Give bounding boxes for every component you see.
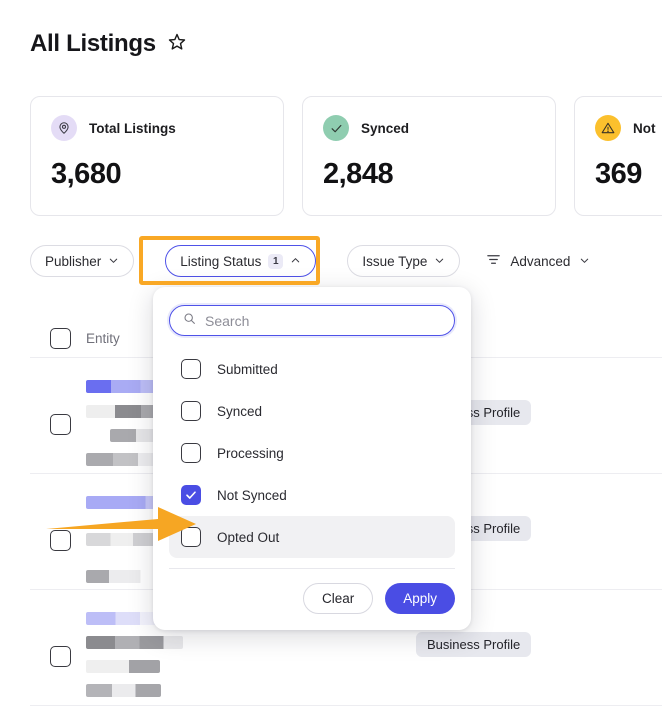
status-option-label: Opted Out — [217, 529, 280, 545]
stat-value: 369 — [595, 158, 642, 190]
star-icon[interactable] — [167, 32, 187, 57]
row-select-cell — [30, 612, 86, 667]
search-icon — [183, 312, 196, 330]
stat-card-synced: Synced 2,848 — [302, 96, 556, 216]
status-option-label: Not Synced — [217, 487, 287, 503]
row-checkbox[interactable] — [50, 646, 71, 667]
stat-label: Synced — [361, 120, 410, 136]
search-box[interactable] — [169, 305, 455, 336]
stat-label: Total Listings — [89, 120, 176, 136]
row-checkbox[interactable] — [50, 530, 71, 551]
filter-chip-issue-type[interactable]: Issue Type — [347, 245, 461, 277]
status-option-list: Submitted Synced Processing Not Synced O… — [153, 348, 471, 558]
clear-button[interactable]: Clear — [302, 583, 374, 614]
advanced-filter-button[interactable]: Advanced — [486, 252, 590, 270]
location-pin-icon — [51, 115, 77, 141]
status-checkbox[interactable] — [181, 359, 201, 379]
status-checkbox[interactable] — [181, 443, 201, 463]
stat-cards: Total Listings 3,680 Synced 2,848 Not 36… — [30, 96, 662, 216]
stat-head: Not — [595, 115, 662, 141]
row-select-cell — [30, 496, 86, 551]
row-checkbox[interactable] — [50, 414, 71, 435]
redacted-text — [86, 636, 183, 649]
dropdown-footer: Clear Apply — [153, 569, 471, 630]
listings-page: All Listings Total Listings 3,680 Synced — [0, 0, 662, 713]
filter-chip-publisher[interactable]: Publisher — [30, 245, 135, 277]
filter-chip-issue-type-label: Issue Type — [362, 253, 428, 269]
stat-head: Total Listings — [51, 115, 263, 141]
chevron-down-icon — [434, 254, 445, 269]
stat-card-total-listings: Total Listings 3,680 — [30, 96, 284, 216]
listing-status-dropdown: Submitted Synced Processing Not Synced O… — [153, 287, 471, 630]
status-checkbox-checked[interactable] — [181, 485, 201, 505]
filter-lines-icon — [486, 252, 501, 270]
stat-label: Not — [633, 120, 656, 136]
status-option-opted-out[interactable]: Opted Out — [169, 516, 455, 558]
warning-triangle-icon — [595, 115, 621, 141]
row-select-cell — [30, 380, 86, 435]
stat-value: 2,848 — [323, 158, 394, 190]
advanced-filter-label: Advanced — [510, 253, 571, 269]
dropdown-search-wrap — [153, 305, 471, 336]
filter-chip-listing-status[interactable]: Listing Status 1 — [165, 245, 317, 277]
page-title: All Listings — [30, 30, 156, 57]
check-circle-icon — [323, 115, 349, 141]
status-checkbox[interactable] — [181, 401, 201, 421]
status-option-label: Synced — [217, 403, 263, 419]
redacted-text — [86, 660, 160, 673]
status-option-submitted[interactable]: Submitted — [169, 348, 455, 390]
redacted-text — [86, 684, 161, 697]
search-input[interactable] — [205, 312, 441, 329]
redacted-text — [86, 612, 163, 625]
stat-card-not-synced: Not 369 — [574, 96, 662, 216]
status-option-not-synced[interactable]: Not Synced — [169, 474, 455, 516]
chevron-down-icon — [579, 254, 590, 269]
status-option-processing[interactable]: Processing — [169, 432, 455, 474]
page-title-row: All Listings — [30, 28, 187, 60]
redacted-text — [86, 533, 162, 546]
chevron-down-icon — [108, 254, 119, 269]
status-option-synced[interactable]: Synced — [169, 390, 455, 432]
status-option-label: Processing — [217, 445, 284, 461]
select-all-cell — [30, 328, 86, 349]
stat-value: 3,680 — [51, 158, 122, 190]
filter-chip-listing-status-label: Listing Status — [180, 253, 262, 269]
chevron-up-icon — [290, 254, 301, 269]
filter-bar: Publisher Listing Status 1 Issue Type Ad — [30, 245, 590, 277]
filter-chip-count-badge: 1 — [268, 253, 284, 269]
select-all-checkbox[interactable] — [50, 328, 71, 349]
stat-head: Synced — [323, 115, 535, 141]
publisher-badge: Business Profile — [416, 632, 532, 657]
status-option-label: Submitted — [217, 361, 278, 377]
filter-chip-publisher-label: Publisher — [45, 253, 102, 269]
redacted-text — [110, 429, 157, 442]
status-checkbox[interactable] — [181, 527, 201, 547]
apply-button[interactable]: Apply — [385, 583, 455, 614]
